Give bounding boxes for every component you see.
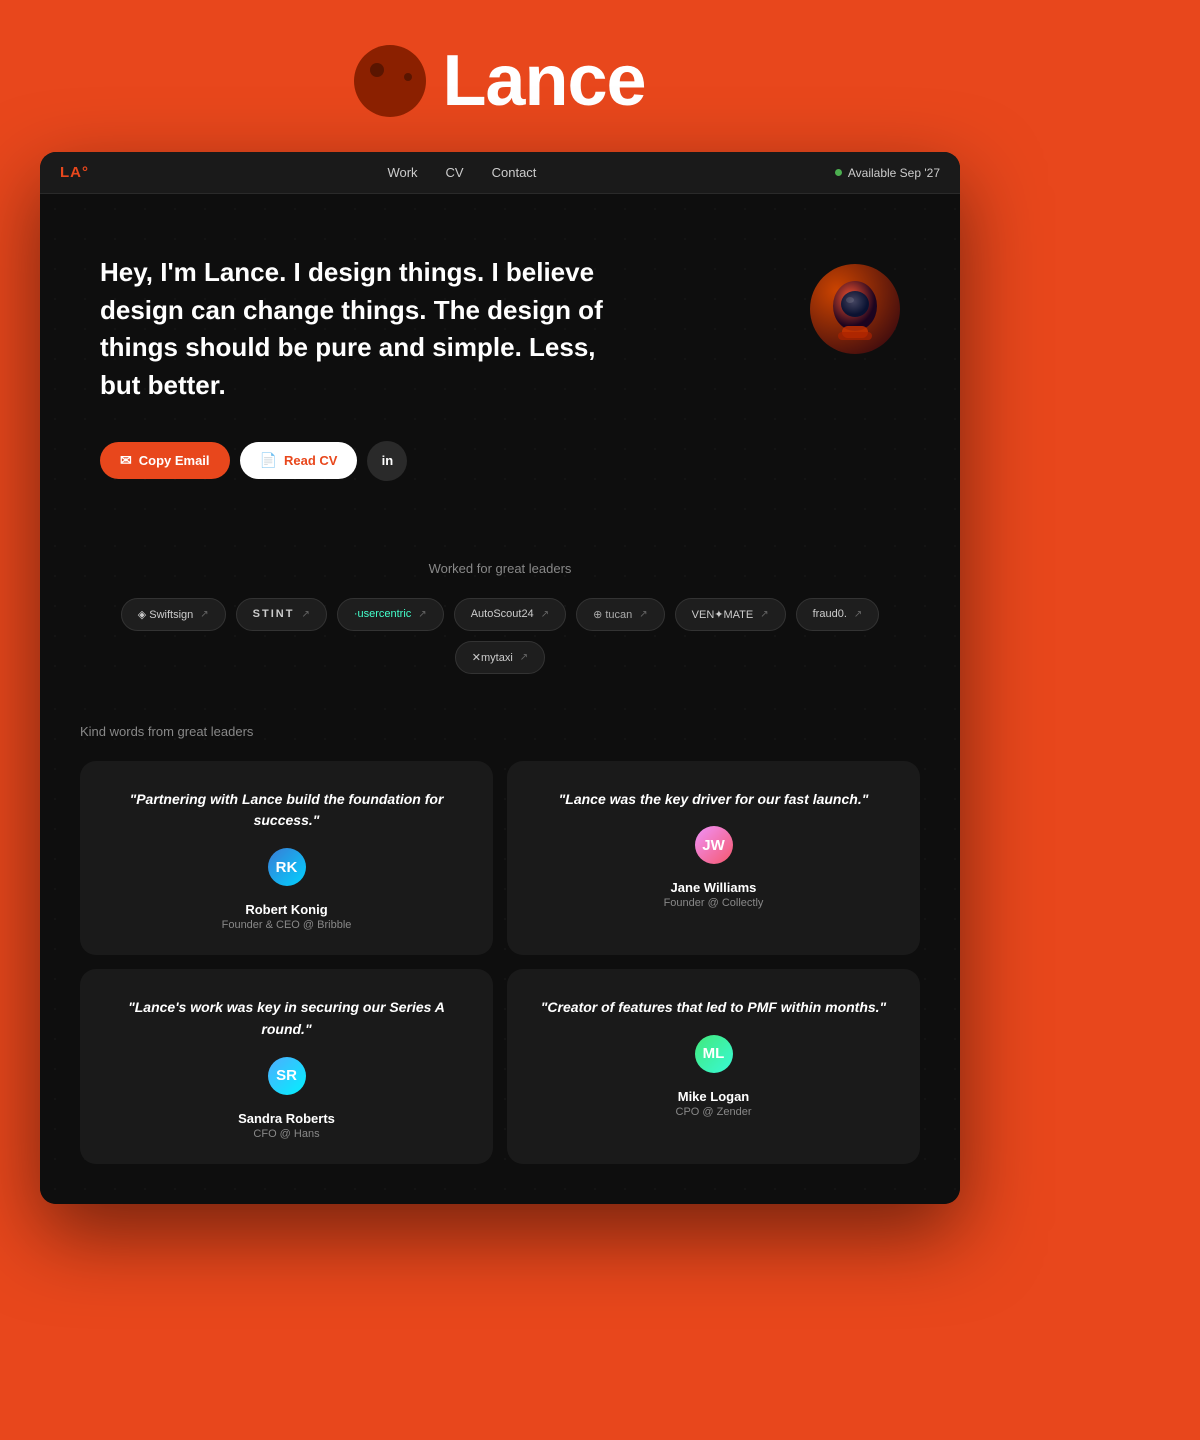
app-header: Lance (0, 0, 1000, 152)
testimonial-card-1: "Lance was the key driver for our fast l… (507, 761, 920, 955)
companies-section: Worked for great leaders ◈ Swiftsign ↗ S… (40, 531, 960, 694)
linkedin-button[interactable]: in (367, 441, 407, 481)
author-avatar-0: RK (268, 848, 306, 886)
venmate-logo: VEN✦MATE (692, 608, 754, 621)
author-info-3: Mike Logan CPO @ Zender (676, 1089, 752, 1118)
company-badge-fraud[interactable]: fraud0. ↗ (796, 598, 880, 631)
availability-text: Available Sep '27 (848, 166, 940, 180)
author-role-3: CPO @ Zender (676, 1106, 752, 1118)
testimonial-card-0: "Partnering with Lance build the foundat… (80, 761, 493, 955)
app-logo-icon (354, 45, 426, 117)
cv-icon: 📄 (260, 452, 277, 469)
testimonial-card-2: "Lance's work was key in securing our Se… (80, 969, 493, 1163)
testimonials-label: Kind words from great leaders (80, 724, 920, 739)
read-cv-button[interactable]: 📄 Read CV (240, 442, 358, 479)
swiftsign-logo: ◈ Swiftsign (138, 608, 194, 621)
arrow-icon: ↗ (854, 609, 862, 620)
email-icon: ✉ (120, 452, 132, 469)
arrow-icon: ↗ (301, 609, 309, 620)
nav-link-cv[interactable]: CV (446, 165, 464, 180)
arrow-icon: ↗ (200, 609, 208, 620)
testimonial-quote-1: "Lance was the key driver for our fast l… (559, 789, 869, 811)
author-role-2: CFO @ Hans (238, 1128, 335, 1140)
arrow-icon: ↗ (760, 609, 768, 620)
testimonials-section: Kind words from great leaders "Partnerin… (40, 694, 960, 1204)
usercentric-logo: ·usercentric (354, 608, 411, 620)
linkedin-icon: in (382, 453, 394, 468)
hero-headline: Hey, I'm Lance. I design things. I belie… (100, 254, 620, 405)
hero-avatar (810, 264, 900, 354)
arrow-icon: ↗ (541, 609, 549, 620)
author-avatar-3: ML (695, 1035, 733, 1073)
company-badge-mytaxi[interactable]: ✕mytaxi ↗ (455, 641, 545, 674)
author-name-3: Mike Logan (676, 1089, 752, 1104)
astronaut-illustration (820, 274, 890, 344)
mytaxi-logo: ✕mytaxi (472, 651, 513, 664)
companies-label: Worked for great leaders (80, 561, 920, 576)
availability-dot (835, 169, 842, 176)
browser-window: LA° Work CV Contact Available Sep '27 He… (40, 152, 960, 1204)
avatar-inner (810, 264, 900, 354)
cta-buttons: ✉ Copy Email 📄 Read CV in (100, 441, 620, 481)
app-title: Lance (442, 40, 645, 122)
nav-link-work[interactable]: Work (387, 165, 417, 180)
nav-logo: LA° (60, 164, 89, 181)
author-role-1: Founder @ Collectly (664, 897, 764, 909)
stint-logo: STINT (253, 608, 295, 620)
company-badge-stint[interactable]: STINT ↗ (236, 598, 327, 631)
fraud-logo: fraud0. (813, 608, 847, 620)
author-name-0: Robert Konig (222, 902, 352, 917)
author-info-1: Jane Williams Founder @ Collectly (664, 880, 764, 909)
author-name-1: Jane Williams (664, 880, 764, 895)
author-role-0: Founder & CEO @ Bribble (222, 919, 352, 931)
author-info-2: Sandra Roberts CFO @ Hans (238, 1111, 335, 1140)
author-avatar-2: SR (268, 1057, 306, 1095)
author-name-2: Sandra Roberts (238, 1111, 335, 1126)
arrow-icon: ↗ (418, 609, 426, 620)
testimonial-quote-3: "Creator of features that led to PMF wit… (541, 997, 886, 1019)
company-badge-swiftsign[interactable]: ◈ Swiftsign ↗ (121, 598, 226, 631)
autoscout-logo: AutoScout24 (471, 608, 534, 620)
testimonial-card-3: "Creator of features that led to PMF wit… (507, 969, 920, 1163)
company-badge-venmate[interactable]: VEN✦MATE ↗ (675, 598, 786, 631)
nav-link-contact[interactable]: Contact (492, 165, 537, 180)
company-badge-usercentric[interactable]: ·usercentric ↗ (337, 598, 444, 631)
arrow-icon: ↗ (520, 652, 528, 663)
hero-content: Hey, I'm Lance. I design things. I belie… (100, 254, 620, 481)
tucan-logo: ⊕ tucan (593, 608, 632, 621)
testimonials-grid: "Partnering with Lance build the foundat… (80, 761, 920, 1164)
hero-section: Hey, I'm Lance. I design things. I belie… (40, 194, 960, 531)
testimonial-quote-0: "Partnering with Lance build the foundat… (104, 789, 469, 832)
companies-grid: ◈ Swiftsign ↗ STINT ↗ ·usercentric ↗ Aut… (80, 598, 920, 674)
nav-availability: Available Sep '27 (835, 166, 940, 180)
company-badge-autoscout[interactable]: AutoScout24 ↗ (454, 598, 566, 631)
nav-bar: LA° Work CV Contact Available Sep '27 (40, 152, 960, 194)
author-avatar-1: JW (695, 826, 733, 864)
company-badge-tucan[interactable]: ⊕ tucan ↗ (576, 598, 665, 631)
author-info-0: Robert Konig Founder & CEO @ Bribble (222, 902, 352, 931)
testimonial-quote-2: "Lance's work was key in securing our Se… (104, 997, 469, 1040)
arrow-icon: ↗ (639, 609, 647, 620)
nav-links: Work CV Contact (387, 165, 536, 180)
copy-email-button[interactable]: ✉ Copy Email (100, 442, 230, 479)
